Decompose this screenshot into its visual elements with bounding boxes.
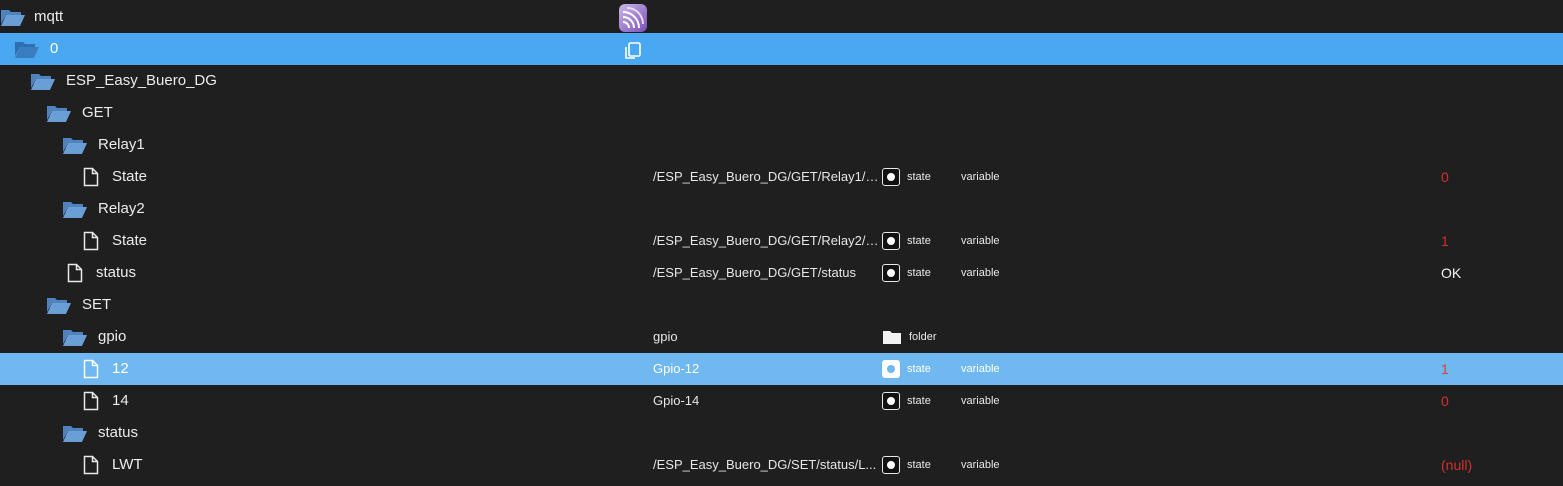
role-label: folder — [909, 331, 937, 343]
state-role-icon — [882, 360, 900, 378]
tree-node-label: 12 — [112, 360, 129, 377]
file-icon — [83, 161, 99, 193]
role-cell: state — [882, 257, 931, 289]
role-cell: state — [882, 161, 931, 193]
tree-row-set[interactable]: SET — [0, 289, 1563, 321]
tree-node-label: Relay2 — [98, 200, 145, 217]
tree-row-relay2[interactable]: Relay2 — [0, 193, 1563, 225]
role-label: state — [907, 267, 931, 279]
tree-node-label: State — [112, 232, 148, 249]
mqtt-adapter-logo-icon — [619, 4, 647, 32]
tree-row-lwt[interactable]: LWT /ESP_Easy_Buero_DG/SET/status/L... s… — [0, 449, 1563, 481]
file-icon — [83, 353, 99, 385]
state-role-icon — [882, 264, 900, 282]
tree-row-set-status[interactable]: status — [0, 417, 1563, 449]
folder-open-icon[interactable] — [46, 289, 72, 321]
object-name-cell: /ESP_Easy_Buero_DG/GET/status — [653, 265, 857, 280]
state-role-icon — [882, 232, 900, 250]
value-cell[interactable]: (null) — [1441, 449, 1472, 481]
file-icon — [83, 225, 99, 257]
tree-node-label: status — [98, 424, 139, 441]
object-name-cell: /ESP_Easy_Buero_DG/SET/status/L... — [653, 457, 877, 472]
role-cell: state — [882, 353, 931, 385]
state-role-icon — [882, 456, 900, 474]
value-cell[interactable]: 1 — [1441, 225, 1449, 257]
value-cell[interactable]: 0 — [1441, 385, 1449, 417]
file-icon — [83, 449, 99, 481]
value-cell[interactable]: 1 — [1441, 353, 1449, 385]
tree-node-label: ESP_Easy_Buero_DG — [66, 72, 217, 89]
type-cell: variable — [961, 363, 1000, 375]
tree-row-relay1[interactable]: Relay1 — [0, 129, 1563, 161]
tree-node-label: status — [96, 264, 137, 281]
role-label: state — [907, 171, 931, 183]
tree-node-label: SET — [82, 296, 112, 313]
tree-row-mqtt[interactable]: mqtt — [0, 1, 1563, 33]
folder-open-icon[interactable] — [62, 129, 88, 161]
tree-row-esp-easy-buero-dg[interactable]: ESP_Easy_Buero_DG — [0, 65, 1563, 97]
type-cell: variable — [961, 395, 1000, 407]
object-name-cell: Gpio-12 — [653, 361, 700, 376]
type-cell: variable — [961, 171, 1000, 183]
folder-open-icon[interactable] — [62, 417, 88, 449]
file-icon — [67, 257, 83, 289]
tree-node-label: Relay1 — [98, 136, 145, 153]
tree-row-gpio-12[interactable]: 12 Gpio-12 state variable 1 — [0, 353, 1563, 385]
folder-open-icon[interactable] — [62, 193, 88, 225]
folder-open-icon[interactable] — [30, 65, 56, 97]
tree-row-0[interactable]: 0 — [0, 33, 1563, 65]
tree-row-relay2-state[interactable]: State /ESP_Easy_Buero_DG/GET/Relay2/S...… — [0, 225, 1563, 257]
value-cell[interactable]: 0 — [1441, 161, 1449, 193]
tree-row-gpio-14[interactable]: 14 Gpio-14 state variable 0 — [0, 385, 1563, 417]
role-label: state — [907, 363, 931, 375]
tree-row-get[interactable]: GET — [0, 97, 1563, 129]
tree-node-label: gpio — [98, 328, 127, 345]
object-name-cell: gpio — [653, 329, 678, 344]
tree-node-label: LWT — [112, 456, 143, 473]
tree-node-label: 0 — [50, 40, 59, 57]
folder-open-icon[interactable] — [14, 33, 40, 65]
state-role-icon — [882, 168, 900, 186]
tree-node-label: 14 — [112, 392, 129, 409]
tree-node-label: State — [112, 168, 148, 185]
object-name-cell: Gpio-14 — [653, 393, 700, 408]
state-role-icon — [882, 392, 900, 410]
tree-row-gpio[interactable]: gpio gpio folder — [0, 321, 1563, 353]
folder-open-icon[interactable] — [0, 1, 26, 33]
role-label: state — [907, 235, 931, 247]
object-name-cell: /ESP_Easy_Buero_DG/GET/Relay2/S... — [653, 233, 881, 248]
type-cell: variable — [961, 235, 1000, 247]
tree-node-label: GET — [82, 104, 113, 121]
role-cell: state — [882, 385, 931, 417]
tree-row-relay1-state[interactable]: State /ESP_Easy_Buero_DG/GET/Relay1/S...… — [0, 161, 1563, 193]
tree-row-get-status[interactable]: status /ESP_Easy_Buero_DG/GET/status sta… — [0, 257, 1563, 289]
folder-role-icon — [882, 329, 902, 345]
folder-open-icon[interactable] — [62, 321, 88, 353]
type-cell: variable — [961, 459, 1000, 471]
value-cell[interactable]: OK — [1441, 257, 1461, 289]
file-icon — [83, 385, 99, 417]
object-name-cell: /ESP_Easy_Buero_DG/GET/Relay1/S... — [653, 169, 881, 184]
role-label: state — [907, 395, 931, 407]
role-cell: state — [882, 449, 931, 481]
role-cell: folder — [882, 321, 937, 353]
role-label: state — [907, 459, 931, 471]
tree-node-label: mqtt — [34, 8, 64, 25]
type-cell: variable — [961, 267, 1000, 279]
object-tree: mqtt 0 ESP_Easy_Buero_DG GET Relay1 Stat… — [0, 0, 1563, 486]
role-cell: state — [882, 225, 931, 257]
folder-open-icon[interactable] — [46, 97, 72, 129]
